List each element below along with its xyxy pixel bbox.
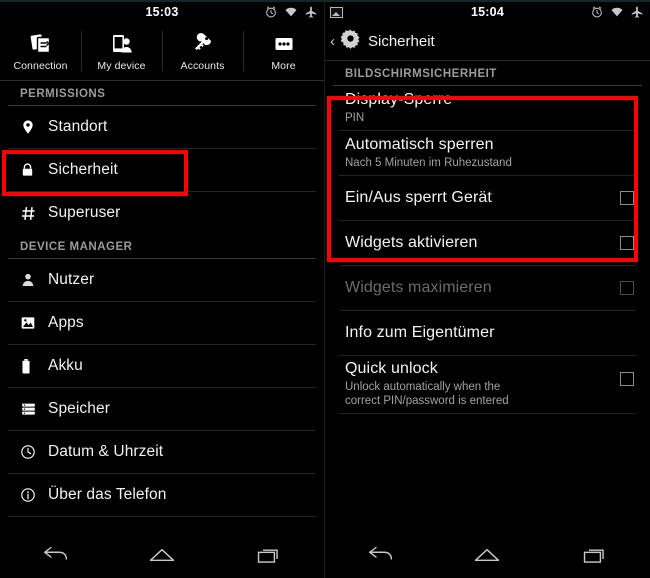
setting-title: Automatisch sperren bbox=[345, 135, 494, 153]
info-icon bbox=[20, 487, 48, 503]
setting-title: Quick unlock bbox=[345, 360, 438, 377]
right-navigation-bar[interactable] bbox=[325, 532, 650, 578]
tab-my-device-label: My device bbox=[97, 59, 146, 72]
setting-subtitle: Unlock automatically when the correct PI… bbox=[345, 381, 509, 408]
checkbox-quick-unlock[interactable] bbox=[620, 372, 634, 386]
sidebar-item-standort[interactable]: Standort bbox=[0, 106, 324, 148]
airplane-mode-icon bbox=[631, 6, 643, 18]
home-icon[interactable] bbox=[467, 540, 507, 570]
dual-screenshot-comparison: 15:03 Connection My device Accounts More… bbox=[0, 0, 650, 578]
airplane-mode-icon bbox=[305, 6, 317, 18]
checkbox-widgets-maximieren bbox=[620, 281, 634, 295]
tab-accounts-label: Accounts bbox=[180, 59, 225, 72]
setting-text: Ein/Aus sperrt Gerät bbox=[345, 189, 620, 207]
right-phone-screen: 15:04 ‹ Sicherheit BILDSCHIRMSICHERHEIT … bbox=[325, 0, 650, 578]
sidebar-item-datum-uhrzeit-label: Datum & Uhrzeit bbox=[48, 443, 164, 460]
back-icon[interactable] bbox=[359, 540, 399, 570]
accounts-key-icon bbox=[191, 31, 215, 57]
person-icon bbox=[20, 272, 48, 288]
storage-icon bbox=[20, 401, 48, 417]
setting-info-zum-eigentuemer[interactable]: Info zum Eigentümer bbox=[325, 311, 650, 355]
left-status-bar-icons bbox=[264, 5, 324, 19]
connection-icon bbox=[29, 31, 53, 57]
left-navigation-bar[interactable] bbox=[0, 532, 324, 578]
setting-title: Info zum Eigentümer bbox=[345, 324, 495, 341]
setting-subtitle: PIN bbox=[345, 111, 365, 124]
sidebar-item-superuser-label: Superuser bbox=[48, 204, 121, 221]
alarm-icon bbox=[266, 6, 276, 18]
setting-text: Info zum Eigentümer bbox=[345, 324, 638, 342]
tab-my-device[interactable]: My device bbox=[81, 22, 162, 80]
sidebar-item-apps[interactable]: Apps bbox=[0, 302, 324, 344]
setting-display-sperre[interactable]: Display-Sperre PIN bbox=[325, 86, 650, 130]
left-status-bar: 15:03 bbox=[0, 0, 324, 22]
sidebar-item-akku[interactable]: Akku bbox=[0, 345, 324, 387]
setting-text: Widgets aktivieren bbox=[345, 234, 620, 252]
clock-icon bbox=[20, 444, 48, 460]
sidebar-item-superuser[interactable]: Superuser bbox=[0, 192, 324, 234]
setting-title: Widgets aktivieren bbox=[345, 234, 478, 251]
tab-accounts[interactable]: Accounts bbox=[162, 22, 243, 80]
sidebar-item-speicher-label: Speicher bbox=[48, 400, 110, 417]
checkbox-widgets-aktivieren[interactable] bbox=[620, 236, 634, 250]
sidebar-item-sicherheit-label: Sicherheit bbox=[48, 161, 118, 178]
location-pin-icon bbox=[20, 119, 48, 135]
back-icon[interactable] bbox=[34, 540, 74, 570]
sidebar-item-nutzer[interactable]: Nutzer bbox=[0, 259, 324, 301]
right-status-bar-icons bbox=[590, 5, 650, 19]
setting-widgets-maximieren: Widgets maximieren bbox=[325, 266, 650, 310]
sidebar-item-apps-label: Apps bbox=[48, 314, 84, 331]
tab-connection[interactable]: Connection bbox=[0, 22, 81, 80]
tab-more-label: More bbox=[271, 59, 296, 72]
settings-gear-icon bbox=[340, 28, 361, 54]
setting-title: Ein/Aus sperrt Gerät bbox=[345, 189, 492, 206]
battery-icon bbox=[20, 358, 48, 375]
hash-icon bbox=[20, 205, 48, 222]
divider bbox=[339, 412, 636, 414]
checkbox-ein-aus-sperrt-geraet[interactable] bbox=[620, 191, 634, 205]
divider bbox=[8, 516, 316, 517]
my-device-icon bbox=[110, 31, 134, 57]
setting-subtitle: Nach 5 Minuten im Ruhezustand bbox=[345, 156, 512, 169]
section-header-bildschirmsicherheit: BILDSCHIRMSICHERHEIT bbox=[345, 68, 497, 80]
sidebar-item-akku-label: Akku bbox=[48, 357, 83, 374]
back-caret-icon[interactable]: ‹ bbox=[330, 34, 335, 49]
settings-action-bar[interactable]: ‹ Sicherheit bbox=[325, 22, 650, 60]
wifi-icon bbox=[285, 7, 297, 17]
setting-text: Automatisch sperren Nach 5 Minuten im Ru… bbox=[345, 136, 638, 170]
setting-text: Quick unlock Unlock automatically when t… bbox=[345, 360, 620, 409]
section-header-permissions: PERMISSIONS bbox=[20, 88, 106, 100]
setting-automatisch-sperren[interactable]: Automatisch sperren Nach 5 Minuten im Ru… bbox=[325, 131, 650, 175]
home-icon[interactable] bbox=[142, 540, 182, 570]
sidebar-item-sicherheit[interactable]: Sicherheit bbox=[0, 149, 324, 191]
right-status-bar: 15:04 bbox=[325, 0, 650, 22]
setting-title: Display-Sperre bbox=[345, 90, 453, 108]
setting-text: Widgets maximieren bbox=[345, 279, 620, 297]
recents-icon[interactable] bbox=[250, 540, 290, 570]
sidebar-item-speicher[interactable]: Speicher bbox=[0, 388, 324, 430]
wifi-icon bbox=[611, 7, 623, 17]
section-header-device-manager: DEVICE MANAGER bbox=[20, 241, 133, 253]
apps-image-icon bbox=[20, 315, 48, 331]
setting-text: Display-Sperre PIN bbox=[345, 91, 638, 125]
left-tab-bar[interactable]: Connection My device Accounts More bbox=[0, 22, 324, 80]
tab-connection-label: Connection bbox=[13, 59, 68, 72]
sidebar-item-standort-label: Standort bbox=[48, 118, 108, 135]
sidebar-item-nutzer-label: Nutzer bbox=[48, 271, 95, 288]
page-title: Sicherheit bbox=[368, 32, 435, 50]
more-dots-icon bbox=[272, 31, 296, 57]
tab-more[interactable]: More bbox=[243, 22, 324, 80]
setting-quick-unlock[interactable]: Quick unlock Unlock automatically when t… bbox=[325, 356, 650, 413]
lock-icon bbox=[20, 162, 48, 178]
sidebar-item-ueber-das-telefon[interactable]: Über das Telefon bbox=[0, 474, 324, 516]
setting-title: Widgets maximieren bbox=[345, 279, 492, 296]
setting-widgets-aktivieren[interactable]: Widgets aktivieren bbox=[325, 221, 650, 265]
sidebar-item-ueber-das-telefon-label: Über das Telefon bbox=[48, 486, 167, 503]
setting-ein-aus-sperrt-geraet[interactable]: Ein/Aus sperrt Gerät bbox=[325, 176, 650, 220]
left-phone-screen: 15:03 Connection My device Accounts More… bbox=[0, 0, 325, 578]
sidebar-item-datum-uhrzeit[interactable]: Datum & Uhrzeit bbox=[0, 431, 324, 473]
recents-icon[interactable] bbox=[576, 540, 616, 570]
alarm-icon bbox=[592, 6, 602, 18]
